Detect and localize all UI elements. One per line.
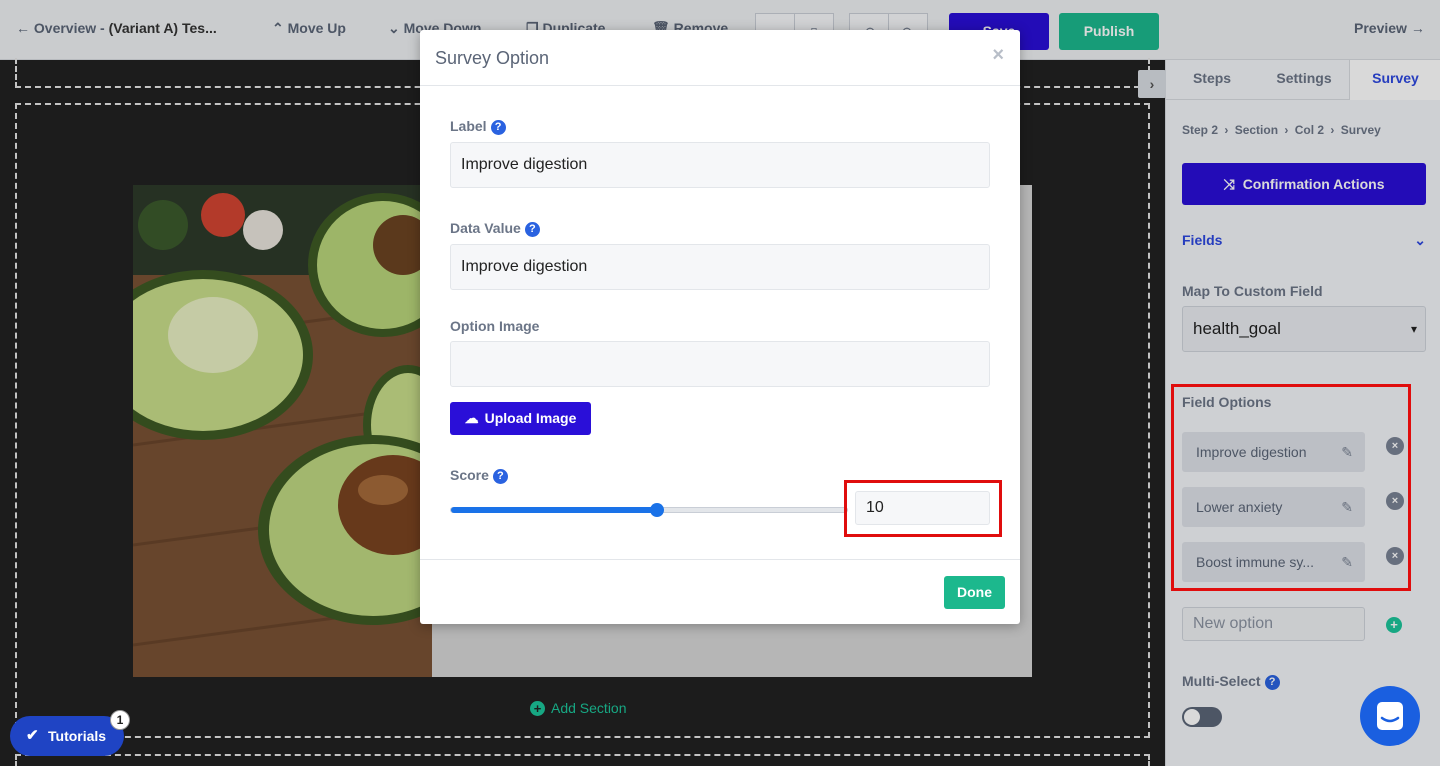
score-label: Score? <box>450 467 508 484</box>
chat-icon <box>1377 702 1403 730</box>
chat-launcher[interactable] <box>1360 686 1420 746</box>
option-image-input[interactable] <box>450 341 990 387</box>
help-icon[interactable]: ? <box>492 469 508 484</box>
help-icon[interactable]: ? <box>524 222 540 237</box>
upload-image-button[interactable]: ☁ Upload Image <box>450 402 591 435</box>
tutorials-button[interactable]: ✔ Tutorials <box>10 716 124 756</box>
field-options-highlight <box>1171 384 1411 591</box>
score-slider-handle[interactable] <box>650 503 664 517</box>
done-button[interactable]: Done <box>944 576 1005 609</box>
cloud-upload-icon: ☁ <box>464 410 479 426</box>
label-field-label: Label? <box>450 118 506 135</box>
data-value-label: Data Value? <box>450 220 540 237</box>
option-image-label: Option Image <box>450 318 540 334</box>
label-input[interactable]: Improve digestion <box>450 142 990 188</box>
help-icon[interactable]: ? <box>490 120 506 135</box>
score-highlight <box>844 480 1002 537</box>
survey-option-modal: Survey Option × Label? Improve digestion… <box>420 30 1020 624</box>
modal-title: Survey Option <box>435 48 550 68</box>
close-icon[interactable]: × <box>992 44 1004 67</box>
score-slider-fill <box>451 507 657 513</box>
check-icon: ✔ <box>26 727 39 744</box>
data-value-input[interactable]: Improve digestion <box>450 244 990 290</box>
tutorials-badge: 1 <box>110 710 130 730</box>
modal-footer: Done <box>420 559 1020 624</box>
score-slider[interactable] <box>450 503 848 517</box>
modal-header: Survey Option × <box>420 30 1020 86</box>
